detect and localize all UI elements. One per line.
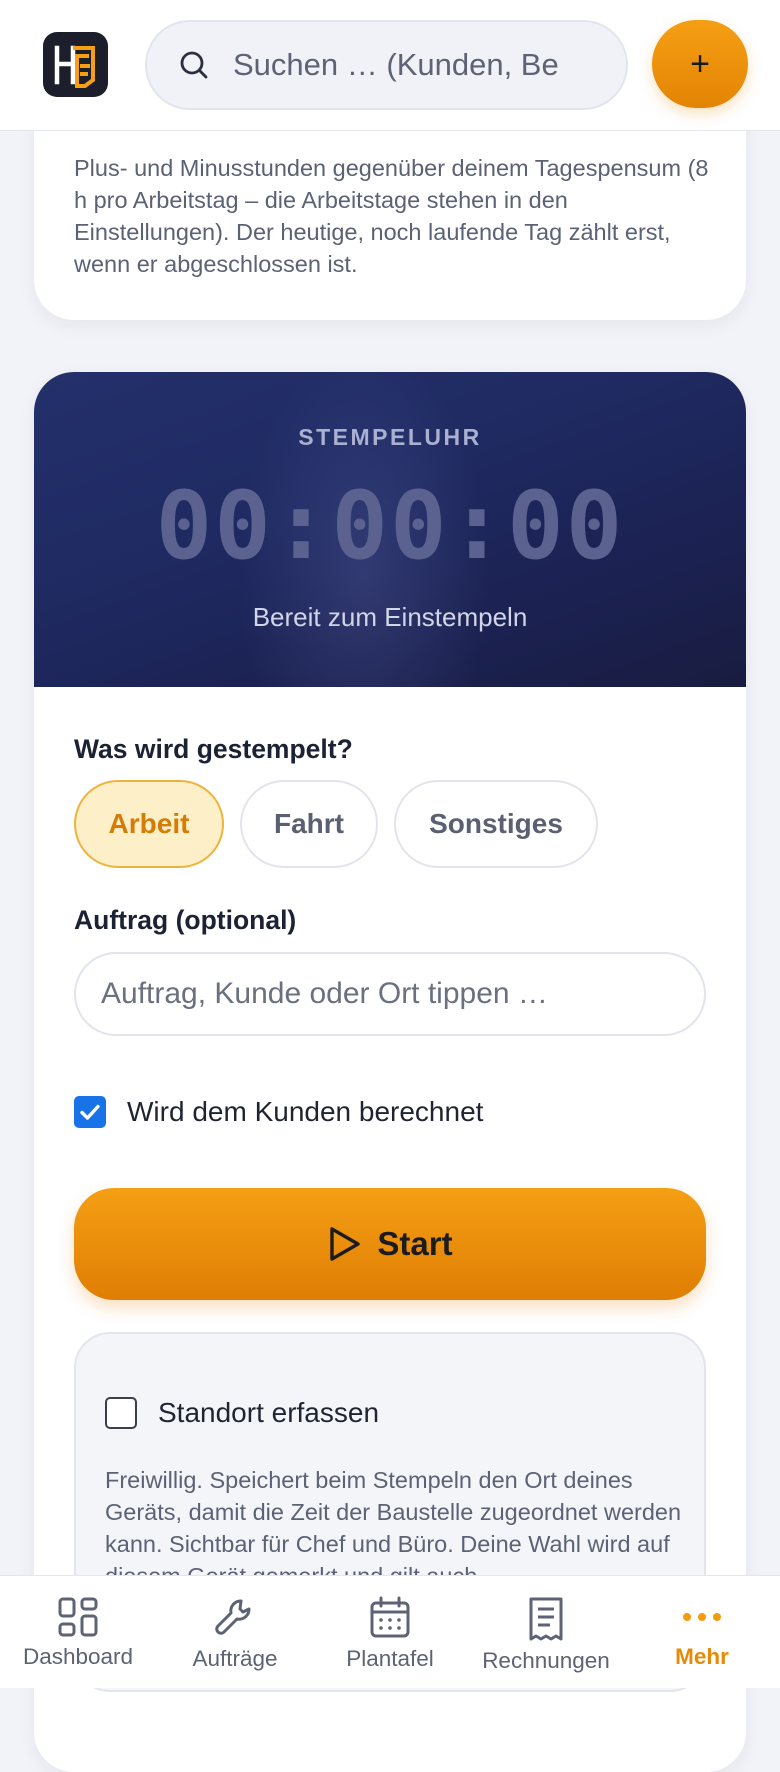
start-button-label: Start xyxy=(377,1225,453,1262)
add-button[interactable]: + xyxy=(652,20,748,108)
job-input[interactable] xyxy=(74,952,706,1036)
time-clock-header: STEMPELUHR 00:00:00 Bereit zum Einstempe… xyxy=(34,372,746,687)
app-logo[interactable] xyxy=(43,32,108,97)
nav-item-auftraege[interactable]: Aufträge xyxy=(178,1576,292,1689)
job-label: Auftrag (optional) xyxy=(74,905,297,935)
location-label: Standort erfassen xyxy=(158,1397,380,1428)
dashboard-icon xyxy=(58,1597,98,1637)
chip-arbeit[interactable]: Arbeit xyxy=(74,780,224,868)
nav-label-rechnungen: Rechnungen xyxy=(482,1648,610,1673)
entry-type-chips: Arbeit Fahrt Sonstiges xyxy=(74,780,598,868)
nav-label-plantafel: Plantafel xyxy=(346,1646,434,1671)
time-clock-status: Bereit zum Einstempeln xyxy=(252,602,528,632)
checkmark-icon xyxy=(80,1104,100,1120)
nav-label-auftraege: Aufträge xyxy=(192,1646,278,1671)
overtime-info-card: Plus- und Minusstunden gegenüber deinem … xyxy=(34,100,746,320)
wrench-icon xyxy=(215,1599,251,1635)
nav-item-dashboard[interactable]: Dashboard xyxy=(18,1576,138,1689)
billable-label: Wird dem Kunden berechnet xyxy=(127,1096,484,1127)
plus-icon: + xyxy=(690,45,710,83)
nav-item-mehr[interactable]: Mehr xyxy=(660,1576,744,1689)
nav-label-mehr: Mehr xyxy=(675,1644,729,1669)
chip-fahrt[interactable]: Fahrt xyxy=(240,780,378,868)
location-checkbox[interactable] xyxy=(105,1397,137,1429)
calendar-icon xyxy=(370,1596,410,1638)
time-clock-display: 00:00:00 xyxy=(155,472,625,581)
overtime-info-text: Plus- und Minusstunden gegenüber deinem … xyxy=(74,155,709,277)
search-bar[interactable] xyxy=(145,20,628,110)
search-input[interactable] xyxy=(233,47,563,83)
location-row[interactable]: Standort erfassen xyxy=(105,1397,379,1429)
nav-item-plantafel[interactable]: Plantafel xyxy=(334,1576,446,1689)
time-clock-label: STEMPELUHR xyxy=(298,424,482,450)
bottom-navigation: Dashboard Aufträge Plantafel Rechnungen xyxy=(0,1575,780,1688)
start-button[interactable]: Start xyxy=(74,1188,706,1300)
time-clock-card: STEMPELUHR 00:00:00 Bereit zum Einstempe… xyxy=(34,372,746,1772)
receipt-icon xyxy=(529,1597,563,1641)
nav-label-dashboard: Dashboard xyxy=(22,1644,134,1669)
nav-item-rechnungen[interactable]: Rechnungen xyxy=(480,1576,612,1689)
entry-type-label: Was wird gestempelt? xyxy=(74,734,353,764)
play-icon xyxy=(330,1227,361,1261)
logo-icon xyxy=(54,45,95,88)
chip-sonstiges[interactable]: Sonstiges xyxy=(394,780,598,868)
billable-row[interactable]: Wird dem Kunden berechnet xyxy=(74,1096,483,1128)
search-icon xyxy=(180,51,208,79)
top-bar: + xyxy=(0,0,780,131)
location-info-text: Freiwillig. Speichert beim Stempeln den … xyxy=(105,1467,682,1589)
billable-checkbox[interactable] xyxy=(74,1096,106,1128)
more-icon xyxy=(683,1613,721,1621)
